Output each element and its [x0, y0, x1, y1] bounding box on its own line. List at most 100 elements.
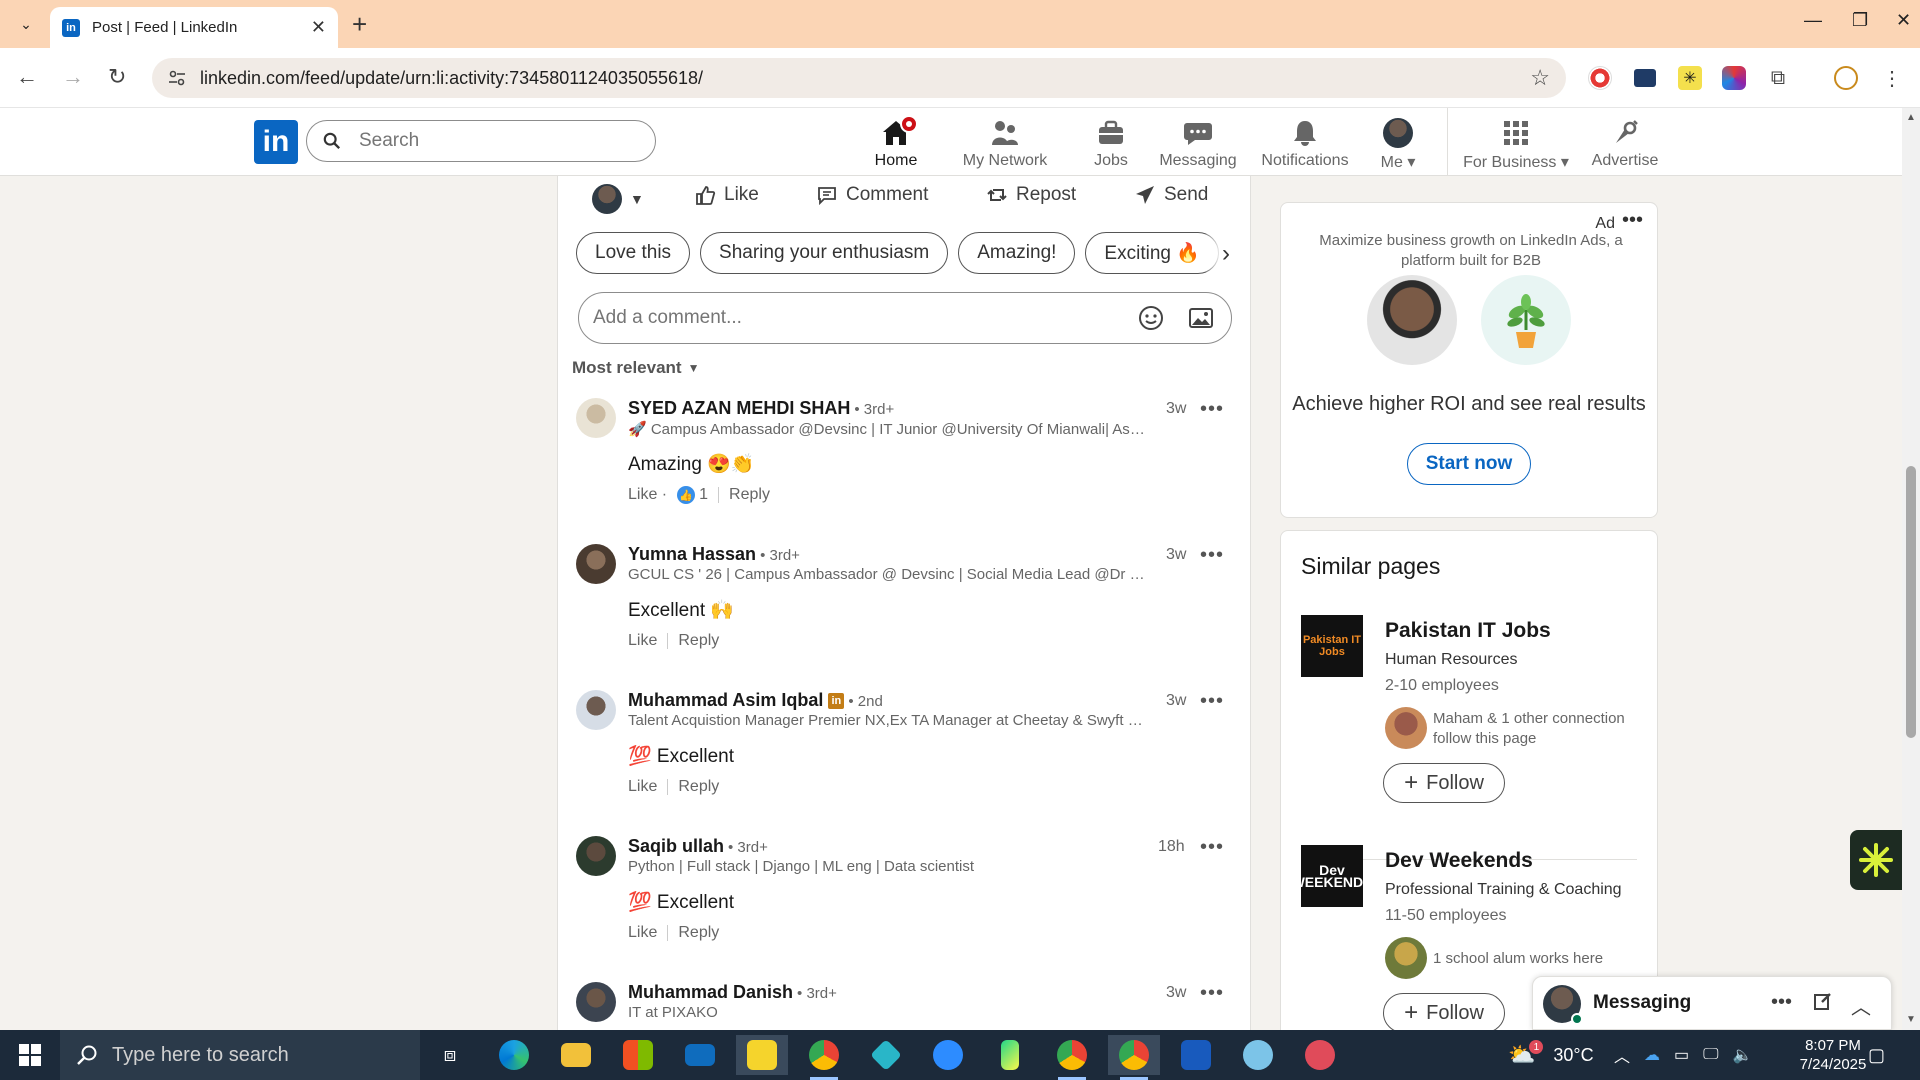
network-icon[interactable]: 🖵	[1703, 1046, 1718, 1064]
app-red-icon[interactable]	[1294, 1035, 1346, 1075]
star-extension-icon[interactable]: ✳	[1678, 66, 1702, 90]
profile-icon[interactable]	[1834, 66, 1858, 90]
sort-comments-dropdown[interactable]: Most relevant ▼	[572, 358, 699, 378]
notification-center-icon[interactable]: ▢	[1868, 1030, 1885, 1080]
battery-icon[interactable]: ▭	[1674, 1045, 1689, 1065]
suggested-reply-chip[interactable]: Amazing!	[958, 232, 1076, 274]
comment-input[interactable]	[593, 307, 1137, 329]
more-options-icon[interactable]: •••	[1200, 544, 1224, 567]
chrome-icon[interactable]	[798, 1035, 850, 1080]
linkedin-logo[interactable]: in	[254, 120, 298, 164]
comment-reply-button[interactable]: Reply	[678, 778, 719, 796]
volume-icon[interactable]: 🔈	[1733, 1045, 1753, 1065]
color-extension-icon[interactable]	[1722, 66, 1746, 90]
comment-like-button[interactable]: Like ·	[628, 486, 667, 504]
avatar[interactable]	[576, 690, 616, 730]
chevron-up-icon[interactable]: ︿	[1614, 1043, 1630, 1067]
comment-like-button[interactable]: Like	[628, 778, 657, 796]
file-explorer-icon[interactable]	[550, 1035, 602, 1075]
weather-widget[interactable]: ⛅ 1 30°C	[1508, 1030, 1594, 1080]
more-options-icon[interactable]: •••	[1200, 982, 1224, 1005]
nav-jobs[interactable]: Jobs	[1076, 112, 1146, 174]
close-window-button[interactable]: ✕	[1896, 10, 1911, 31]
browser-menu-icon[interactable]: ⋮	[1880, 66, 1904, 90]
word-icon[interactable]	[1170, 1035, 1222, 1075]
follow-button[interactable]: + Follow	[1383, 993, 1505, 1033]
new-tab-button[interactable]: +	[352, 10, 367, 38]
taskbar-search[interactable]: Type here to search	[60, 1030, 420, 1080]
avatar[interactable]	[576, 398, 616, 438]
avatar[interactable]	[576, 982, 616, 1022]
more-options-icon[interactable]: •••	[1200, 398, 1224, 421]
actor-switcher[interactable]: ▼	[592, 184, 644, 214]
more-options-icon[interactable]: •••	[1200, 690, 1224, 713]
chevron-up-icon[interactable]: ︿	[1851, 991, 1871, 1020]
nav-my-network[interactable]: My Network	[950, 112, 1060, 174]
comment-like-button[interactable]: Like	[628, 924, 657, 942]
avatar[interactable]	[576, 836, 616, 876]
floating-extension-icon[interactable]	[1850, 830, 1902, 890]
pokeball-extension-icon[interactable]	[1588, 66, 1612, 90]
company-name[interactable]: Pakistan IT Jobs	[1385, 619, 1551, 643]
minimize-window-button[interactable]: —	[1804, 10, 1822, 31]
search-input[interactable]	[359, 130, 619, 152]
task-view-icon[interactable]: ⧈	[424, 1035, 476, 1075]
comment-button[interactable]: Comment	[816, 184, 928, 206]
company-name[interactable]: Dev Weekends	[1385, 849, 1533, 873]
site-info-icon[interactable]	[166, 67, 188, 89]
onedrive-icon[interactable]: ☁	[1644, 1045, 1660, 1065]
scroll-thumb[interactable]	[1906, 466, 1916, 738]
browser-tab[interactable]: in Post | Feed | LinkedIn ✕	[50, 7, 338, 48]
reload-button[interactable]: ↻	[108, 64, 126, 90]
tab-search-chevron-icon[interactable]: ⌄	[12, 12, 40, 36]
pycharm-icon[interactable]	[984, 1035, 1036, 1075]
start-now-button[interactable]: Start now	[1407, 443, 1531, 485]
chrome-active-icon[interactable]	[1108, 1035, 1160, 1080]
chevron-right-icon[interactable]: ›	[1206, 234, 1246, 274]
extensions-puzzle-icon[interactable]: ⧉	[1766, 66, 1790, 90]
messaging-overlay[interactable]: Messaging ••• ︿	[1532, 976, 1892, 1030]
compose-icon[interactable]	[1813, 991, 1833, 1017]
commenter-name[interactable]: Yumna Hassan • 3rd+	[628, 544, 800, 565]
suggested-reply-chip[interactable]: Love this	[576, 232, 691, 274]
more-options-icon[interactable]: •••	[1622, 209, 1643, 232]
nav-for-business[interactable]: For Business ▾	[1456, 112, 1576, 174]
search-bar[interactable]	[306, 120, 656, 162]
more-options-icon[interactable]: •••	[1200, 836, 1224, 859]
scroll-down-arrow-icon[interactable]: ▼	[1906, 1014, 1916, 1025]
reaction-count[interactable]: 👍 1	[677, 486, 708, 504]
more-options-icon[interactable]: •••	[1771, 991, 1792, 1014]
screen-extension-icon[interactable]	[1634, 69, 1656, 87]
chrome-profile-icon[interactable]	[1046, 1035, 1098, 1080]
close-tab-icon[interactable]: ✕	[311, 17, 326, 38]
commenter-name[interactable]: Saqib ullah • 3rd+	[628, 836, 768, 857]
bookmark-star-icon[interactable]: ☆	[1530, 65, 1550, 91]
like-button[interactable]: Like	[694, 184, 759, 206]
send-button[interactable]: Send	[1134, 184, 1208, 206]
sticky-notes-icon[interactable]	[736, 1035, 788, 1075]
nav-home[interactable]: Home	[846, 112, 946, 180]
nav-messaging[interactable]: Messaging	[1148, 112, 1248, 174]
company-logo[interactable]: Pakistan IT Jobs	[1301, 615, 1363, 677]
commenter-name[interactable]: SYED AZAN MEHDI SHAH • 3rd+	[628, 398, 894, 419]
comment-reply-button[interactable]: Reply	[729, 486, 770, 504]
forward-button[interactable]: →	[62, 64, 84, 90]
scroll-up-arrow-icon[interactable]: ▲	[1906, 112, 1916, 123]
restore-window-button[interactable]: ❐	[1852, 10, 1868, 31]
address-bar[interactable]: linkedin.com/feed/update/urn:li:activity…	[152, 58, 1566, 98]
app-diamond-icon[interactable]	[860, 1035, 912, 1075]
store-icon[interactable]	[612, 1035, 664, 1075]
commenter-name[interactable]: Muhammad Asim Iqbal in • 2nd	[628, 690, 883, 711]
comment-reply-button[interactable]: Reply	[678, 632, 719, 650]
nav-me[interactable]: Me ▾	[1370, 112, 1426, 174]
app-feather-icon[interactable]	[1232, 1035, 1284, 1075]
comment-like-button[interactable]: Like	[628, 632, 657, 650]
nav-advertise[interactable]: Advertise	[1580, 112, 1670, 174]
avatar[interactable]	[576, 544, 616, 584]
repost-button[interactable]: Repost	[986, 184, 1076, 206]
clock[interactable]: 8:07 PM 7/24/2025	[1788, 1036, 1878, 1074]
suggested-reply-chip[interactable]: Sharing your enthusiasm	[700, 232, 949, 274]
mail-icon[interactable]	[674, 1035, 726, 1075]
page-scrollbar[interactable]: ▲ ▼	[1902, 108, 1920, 1030]
add-comment-field[interactable]	[578, 292, 1232, 344]
